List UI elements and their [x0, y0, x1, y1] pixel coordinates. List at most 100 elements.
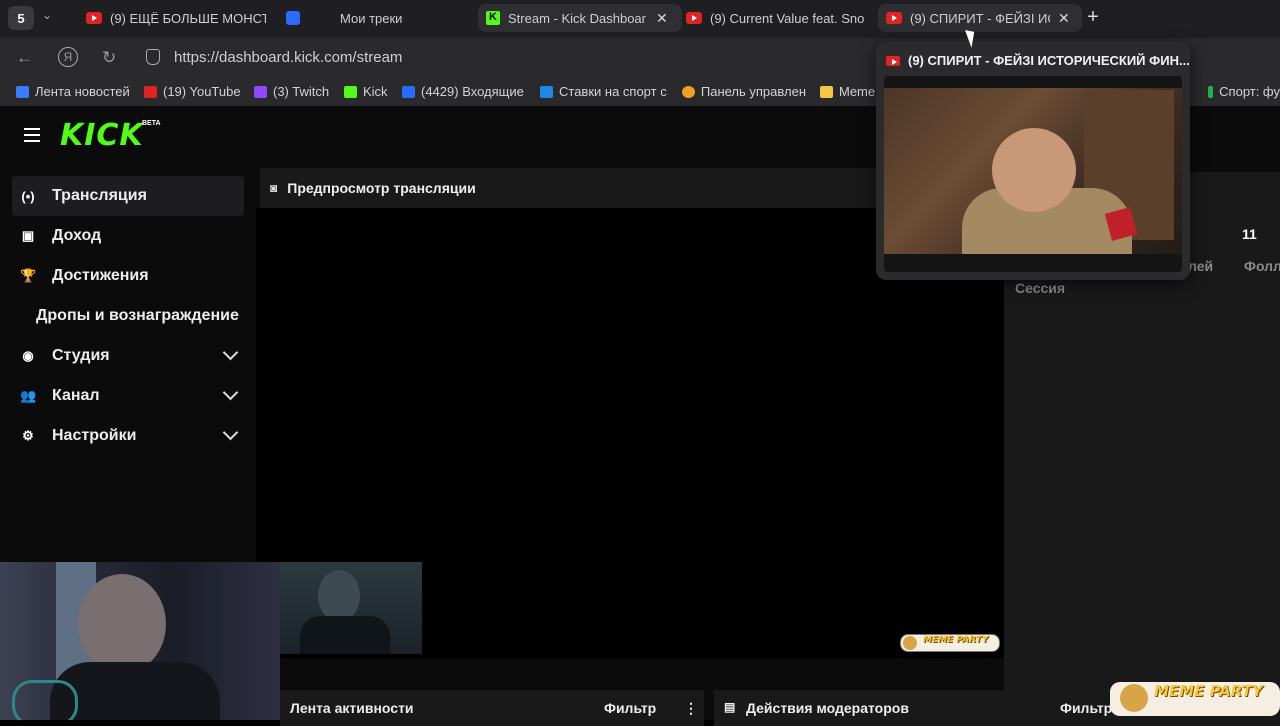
streamer-body	[300, 616, 390, 654]
tab-label: Stream - Kick Dashboar	[508, 10, 646, 26]
document-icon: ▤	[724, 700, 736, 714]
streamer-head	[78, 574, 166, 674]
chevron-down-icon[interactable]	[222, 344, 239, 361]
sidebar-item-label: Трансляция	[52, 187, 147, 204]
sidebar-item-drops[interactable]: Дропы и вознаграждение	[12, 296, 244, 336]
meme-party-badge: MEME PARTY	[1110, 682, 1280, 716]
studio-icon: ◉	[22, 348, 34, 363]
sidebar-item-achievements[interactable]: 🏆 Достижения	[12, 256, 244, 296]
person-head	[992, 128, 1076, 212]
youtube-icon	[886, 12, 902, 24]
url-field[interactable]: https://dashboard.kick.com/stream	[174, 49, 402, 66]
video-thumbnail	[884, 76, 1182, 272]
twitch-icon	[254, 85, 267, 98]
bookmark-bets[interactable]: Ставки на спорт с	[540, 84, 668, 99]
bookmark-label: Спорт: фу	[1219, 84, 1280, 99]
mail-icon	[402, 85, 415, 98]
preview-icon: ◙	[270, 181, 278, 195]
tab-my-tracks[interactable]: Мои треки	[286, 4, 466, 32]
bookmark-label: Kick	[363, 84, 388, 99]
back-icon[interactable]: ←	[16, 48, 33, 68]
meme-party-badge: MEME PARTY	[900, 634, 1000, 652]
sport-icon	[1208, 85, 1214, 98]
chevron-down-icon[interactable]: ⌄	[42, 8, 52, 22]
bookmark-label: Лента новостей	[35, 84, 130, 99]
moderator-filter-button[interactable]: Фильтр	[1060, 700, 1112, 716]
bookmark-label: (19) YouTube	[163, 84, 241, 99]
youtube-icon	[886, 56, 900, 66]
panel-icon	[682, 85, 695, 98]
kick-logo[interactable]: KICK	[60, 118, 144, 153]
stat-value: 11	[1242, 226, 1257, 242]
sidebar-item-income[interactable]: ▣ Доход	[12, 216, 244, 256]
sidebar-item-label: Дропы и вознаграждение	[36, 307, 239, 324]
browser-tab-bar: 5 ⌄ (9) ЕЩЁ БОЛЬШЕ МОНСТ Мои треки Strea…	[0, 0, 1280, 38]
tab-current-value[interactable]: (9) Current Value feat. Sno	[686, 4, 864, 32]
meme-party-text: MEME PARTY	[923, 635, 989, 645]
bookmark-label: (4429) Входящие	[421, 84, 524, 99]
sidebar-item-label: Студия	[52, 347, 110, 364]
bookmark-label: Панель управлен	[700, 84, 806, 99]
menu-icon[interactable]	[24, 128, 40, 146]
bookmark-panel[interactable]: Панель управлен	[682, 84, 806, 99]
tabs-count-button[interactable]: 5	[8, 6, 34, 30]
bookmark-twitch[interactable]: (3) Twitch	[254, 84, 329, 99]
youtube-icon	[86, 12, 102, 24]
stat-label-viewers: лей	[1188, 258, 1214, 274]
hover-preview-title: (9) СПИРИТ - ФЕЙЗІ ИСТОРИЧЕСКИЙ ФИН...	[908, 53, 1190, 68]
news-icon	[16, 85, 29, 98]
streamer-head	[318, 570, 360, 622]
sidebar-item-broadcast[interactable]: (•) Трансляция	[12, 176, 244, 216]
bets-icon	[540, 85, 553, 98]
yandex-icon[interactable]: Я	[58, 47, 78, 67]
bookmark-news[interactable]: Лента новостей	[16, 84, 130, 99]
users-icon: 👥	[20, 388, 37, 403]
chevron-down-icon[interactable]	[222, 384, 239, 401]
bookmark-label: Meme	[839, 84, 876, 99]
shield-icon[interactable]	[146, 49, 160, 65]
sidebar-item-label: Достижения	[52, 267, 149, 284]
webcam-overlay	[0, 562, 280, 720]
stream-preview-title: Предпросмотр трансляции	[287, 180, 476, 196]
meme-party-text: MEME PARTY	[1154, 682, 1263, 700]
close-icon[interactable]: ✕	[656, 10, 668, 27]
bookmark-label: Ставки на спорт с	[559, 84, 667, 99]
bookmark-kick[interactable]: Kick	[344, 84, 388, 99]
activity-feed-header: Лента активности Фильтр ⋮	[280, 690, 704, 726]
sidebar-item-channel[interactable]: 👥 Канал	[12, 376, 244, 416]
new-tab-button[interactable]: +	[1082, 6, 1104, 28]
bookmark-youtube[interactable]: (19) YouTube	[144, 84, 241, 99]
bookmark-meme[interactable]: Meme	[820, 84, 875, 99]
sidebar-item-label: Настройки	[52, 427, 137, 444]
tab-label: (9) Current Value feat. Sno	[710, 10, 864, 26]
kick-icon	[486, 11, 500, 25]
sidebar-item-label: Доход	[52, 227, 102, 244]
headphones-icon	[12, 680, 78, 720]
close-icon[interactable]: ✕	[1058, 10, 1070, 27]
gear-icon: ⚙	[22, 428, 34, 443]
trophy-icon: 🏆	[20, 268, 37, 283]
tab-hover-preview: (9) СПИРИТ - ФЕЙЗІ ИСТОРИЧЕСКИЙ ФИН...	[876, 42, 1190, 280]
sidebar-item-studio[interactable]: ◉ Студия	[12, 336, 244, 376]
sidebar-item-settings[interactable]: ⚙ Настройки	[12, 416, 244, 456]
doge-icon	[1120, 684, 1148, 712]
thumbnail-bottombar	[884, 254, 1182, 272]
kick-icon	[344, 85, 357, 98]
reload-icon[interactable]: ↻	[102, 48, 116, 68]
tab-spirit[interactable]: (9) СПИРИТ - ФЕЙЗІ ИС ✕	[878, 4, 1082, 32]
webcam-overlay-small	[280, 562, 422, 654]
tab-label: Мои треки	[340, 10, 403, 26]
tab-youtube-monsters[interactable]: (9) ЕЩЁ БОЛЬШЕ МОНСТ	[86, 4, 266, 32]
activity-filter-button[interactable]: Фильтр	[604, 700, 656, 716]
beta-badge: BETA	[142, 120, 161, 127]
activity-feed-title: Лента активности	[290, 700, 414, 716]
doge-icon	[903, 636, 917, 650]
moderator-actions-title: Действия модераторов	[746, 700, 909, 716]
chevron-down-icon[interactable]	[222, 424, 239, 441]
bookmark-sport[interactable]: Спорт: фу	[1208, 84, 1280, 99]
stat-label-followers: Фолл	[1244, 258, 1280, 274]
more-icon[interactable]: ⋮	[684, 700, 698, 717]
bookmark-label: (3) Twitch	[273, 84, 330, 99]
tab-kick-dashboard[interactable]: Stream - Kick Dashboar ✕	[478, 4, 682, 32]
bookmark-mail[interactable]: (4429) Входящие	[402, 84, 524, 99]
